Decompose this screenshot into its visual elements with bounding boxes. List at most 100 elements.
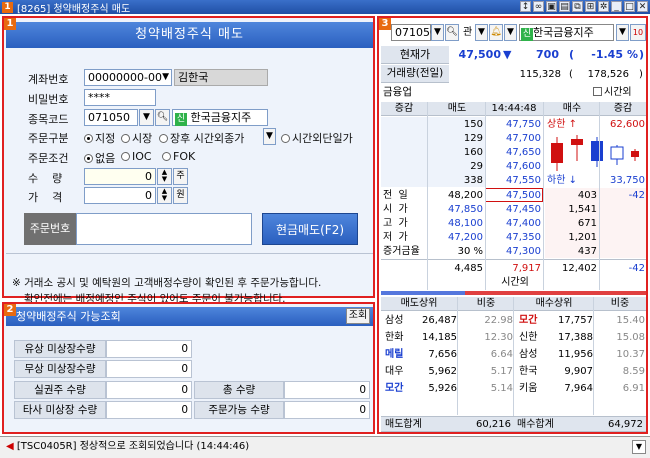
grid-line xyxy=(593,297,594,415)
window-title: [8265] 청약배정주식 매도 xyxy=(17,3,131,15)
ask-price[interactable]: 47,600 xyxy=(487,160,541,173)
current-price-label: 현재가 xyxy=(381,46,449,64)
ask-qty: 160 xyxy=(463,147,483,158)
margin-rate-label: 증거금율 xyxy=(383,246,420,257)
order-cond-radio-ioc[interactable]: IOC xyxy=(121,150,152,163)
lower-limit-price: 33,750 xyxy=(610,175,645,186)
order-type-radio-afterhours-close[interactable]: 장후 시간외종가 xyxy=(159,130,244,146)
current-price: 47,500 xyxy=(458,48,501,61)
order-cond-radio-fok[interactable]: FOK xyxy=(162,150,195,163)
paren-open: ( xyxy=(569,48,575,61)
minimize-button[interactable]: _ xyxy=(611,1,622,12)
password-field[interactable]: **** xyxy=(84,89,156,106)
order-type-radio-market[interactable]: 시장 xyxy=(121,130,152,146)
bid-price[interactable]: 47,300 xyxy=(487,245,541,258)
dropdown-arrow-icon[interactable]: ▼ xyxy=(504,24,517,41)
search-icon[interactable]: 🔍︎ xyxy=(445,24,459,41)
search-icon[interactable]: 🔍︎ xyxy=(155,109,170,126)
window-number-badge: 1 xyxy=(2,1,13,13)
quantity-stepper[interactable]: ▲ ▼ xyxy=(157,168,172,185)
dropdown-arrow-icon[interactable]: ▼ xyxy=(139,109,154,126)
sell-total-value: 60,216 xyxy=(476,419,511,430)
price-stepper[interactable]: ▲ ▼ xyxy=(157,187,172,204)
ask-qty: 129 xyxy=(463,133,483,144)
checkbox-label: 시간외 xyxy=(604,87,632,98)
sell-qty: 5,962 xyxy=(428,366,457,377)
low-label: 저 가 xyxy=(383,232,408,243)
bid-change: -42 xyxy=(628,190,645,201)
bid-price[interactable]: 47,450 xyxy=(487,203,541,216)
ask-price[interactable]: 47,550 xyxy=(487,174,541,187)
bid-price[interactable]: 47,350 xyxy=(487,231,541,244)
new-window-icon[interactable]: ⊞ xyxy=(585,1,596,12)
hdr-ratio: 비중 xyxy=(476,298,496,309)
copy-icon[interactable]: ⧉ xyxy=(572,1,583,12)
mini-candle-chart xyxy=(551,135,639,171)
candle-body xyxy=(610,146,624,160)
total-qty-value: 0 xyxy=(284,381,370,399)
bid-price[interactable]: 47,500 xyxy=(487,189,541,202)
buy-qty: 7,964 xyxy=(564,383,593,394)
bid-price[interactable]: 47,400 xyxy=(487,217,541,230)
dropdown-arrow-icon[interactable]: ▼ xyxy=(616,24,629,41)
upper-limit-price: 62,600 xyxy=(610,119,645,130)
pin-icon[interactable]: ↕ xyxy=(520,1,531,12)
bid-qty: 671 xyxy=(577,218,597,229)
sell-strength-bar xyxy=(381,291,465,295)
order-type-radio-afterhours-single[interactable]: 시간외단일가 xyxy=(281,130,353,146)
calendar-icon[interactable]: 10 xyxy=(630,24,646,41)
quantity-input[interactable]: 0 xyxy=(84,168,156,185)
window-controls: ↕ ∞ ▣ ▤ ⧉ ⊞ ✲ _ □ ✕ xyxy=(520,1,648,12)
quote-code-input[interactable]: 071050 xyxy=(391,24,437,41)
buy-strength-bar xyxy=(465,291,646,295)
total-ask-qty: 4,485 xyxy=(454,263,483,274)
price-input[interactable]: 0 xyxy=(84,187,156,204)
divider xyxy=(381,259,646,260)
after-hours-checkbox[interactable]: 시간외 xyxy=(593,86,632,99)
high-label: 고 가 xyxy=(383,218,408,229)
order-cond-radio-none[interactable]: 없음 xyxy=(84,150,115,166)
free-unlisted-label: 무상 미상장수량 xyxy=(14,360,106,378)
account-select[interactable]: 00000000-00 ▼ xyxy=(84,69,172,86)
close-button[interactable]: ✕ xyxy=(637,1,648,12)
stock-code-input[interactable]: 071050 xyxy=(84,109,138,126)
candle-body xyxy=(551,143,563,163)
new-listing-icon: 신 xyxy=(521,28,533,41)
buy-qty: 9,907 xyxy=(564,366,593,377)
query-button[interactable]: 조회 xyxy=(346,308,370,324)
settings-icon[interactable]: ✲ xyxy=(598,1,609,12)
cash-sell-button[interactable]: 현금매도(F2) xyxy=(262,213,358,245)
orderable-qty-label: 주문가능 수량 xyxy=(194,401,284,419)
lock-icon[interactable]: ▣ xyxy=(546,1,557,12)
sell-qty: 26,487 xyxy=(422,315,457,326)
volume: 115,328 xyxy=(519,69,561,80)
order-type-radio-designated[interactable]: 지정 xyxy=(84,130,115,146)
print-icon[interactable]: ▤ xyxy=(559,1,570,12)
total-qty-label: 총 수량 xyxy=(194,381,284,399)
dropdown-arrow-icon[interactable]: ▼ xyxy=(431,24,444,41)
grid-line xyxy=(427,102,428,290)
ask-price[interactable]: 47,650 xyxy=(487,146,541,159)
orderbook-time: 14:44:48 xyxy=(491,103,537,114)
ask-price[interactable]: 47,750 xyxy=(487,118,541,131)
open-value: 47,850 xyxy=(448,204,483,215)
bell-icon[interactable]: 🔔︎ xyxy=(489,24,503,41)
bid-qty: 437 xyxy=(577,246,597,257)
password-label: 비밀번호 xyxy=(28,93,69,106)
hdr-ratio: 비중 xyxy=(610,298,630,309)
group-tab[interactable]: 관 xyxy=(463,26,472,39)
dropdown-arrow-icon[interactable]: ▼ xyxy=(263,128,276,145)
radio-label: 시장 xyxy=(132,132,153,145)
buy-broker: 한국 xyxy=(519,366,538,377)
buy-pct: 8.59 xyxy=(622,366,645,377)
radio-label: 시간외단일가 xyxy=(292,132,353,145)
link-icon[interactable]: ∞ xyxy=(533,1,544,12)
dropdown-arrow-icon[interactable]: ▼ xyxy=(475,24,488,41)
buy-broker: 모간 xyxy=(519,315,538,326)
status-dropdown-button[interactable]: ▼ xyxy=(632,440,646,454)
buy-total-value: 64,972 xyxy=(608,419,643,430)
ask-price[interactable]: 47,700 xyxy=(487,132,541,145)
grid-line xyxy=(513,297,514,432)
paren-close: ) xyxy=(639,48,645,61)
maximize-button[interactable]: □ xyxy=(624,1,635,12)
